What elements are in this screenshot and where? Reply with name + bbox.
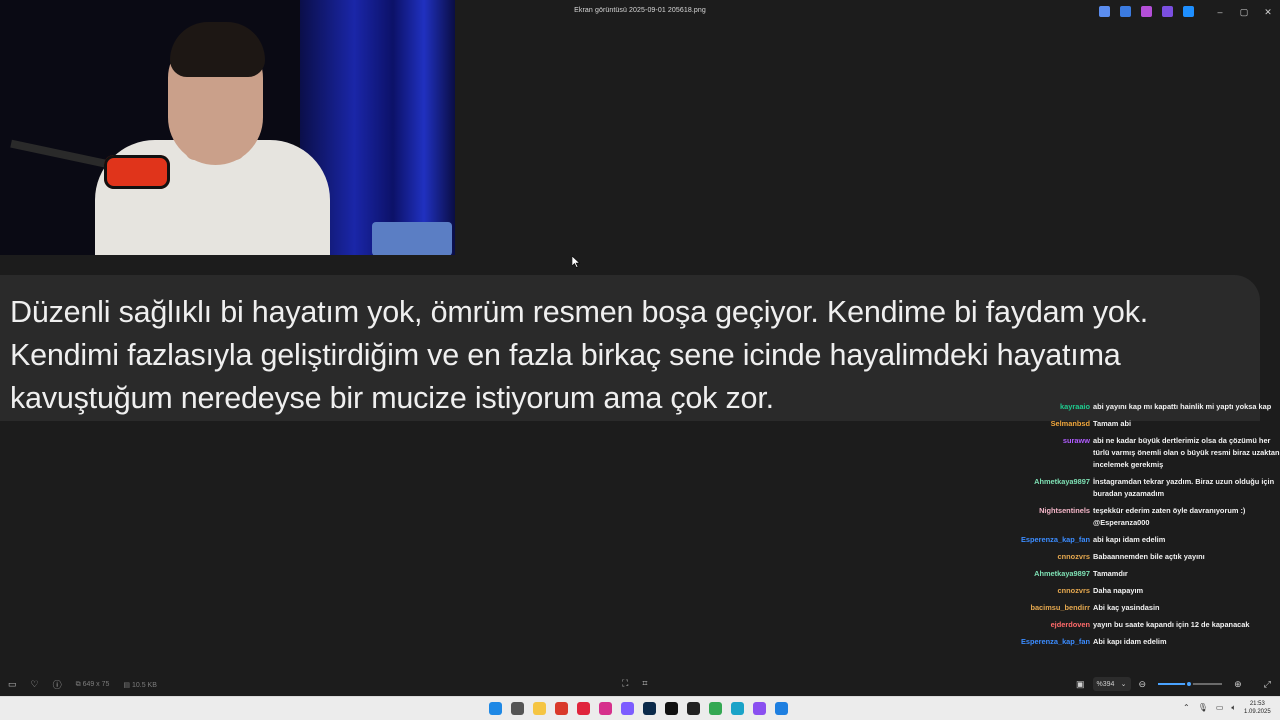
microphone-icon[interactable]: 🎙︎ <box>1198 703 1208 713</box>
minimize-button[interactable]: – <box>1208 0 1232 24</box>
chat-text: Tamam abi <box>1093 419 1132 428</box>
chat-username: ejderdoven <box>1050 620 1090 629</box>
live-chat: kayraaio abi yayını kap mı kapattı hainli… <box>1000 401 1280 653</box>
viewer-bottom-bar: ▭ ♡ ⓘ ⧉ 649 x 75 ▤ 10.5 KB ⛶ ⌗ ▣ %394 ⌄ … <box>0 674 1280 696</box>
chat-message: bacimsu_bendirr Abi kaç yasindasin <box>1000 602 1280 614</box>
chat-text: Tamamdır <box>1093 569 1128 578</box>
zoom-slider[interactable] <box>1158 680 1223 688</box>
zoom-out-icon[interactable]: ⊖ <box>1139 679 1147 690</box>
tray-chevron-icon[interactable]: ⌃ <box>1183 703 1190 713</box>
chrome-icon[interactable] <box>709 702 722 715</box>
chat-message: suraww abi ne kadar büyük dertlerimiz ols… <box>1000 435 1280 471</box>
actual-size-icon[interactable]: ▣ <box>1076 679 1085 690</box>
zoom-select[interactable]: %394 ⌄ <box>1092 677 1131 691</box>
chat-text: yayın bu saate kapandı için 12 de kapana… <box>1093 620 1250 629</box>
capcut-icon[interactable] <box>687 702 700 715</box>
window-controls: – ▢ ✕ <box>1208 0 1280 24</box>
mic-arm <box>10 139 110 169</box>
chat-text: Daha napayım <box>1093 586 1144 595</box>
chat-text: Babaannemden bile açtık yayını <box>1093 552 1205 561</box>
messenger-icon[interactable] <box>621 702 634 715</box>
chat-username: Ahmetkaya9897 <box>1034 477 1090 486</box>
chat-text: Abi kaç yasindasin <box>1093 603 1160 612</box>
chat-text: İnstagramdan tekrar yazdım. Biraz uzun o… <box>1093 477 1275 498</box>
chat-username: kayraaio <box>1060 402 1090 411</box>
network-icon[interactable]: ▭ <box>1216 703 1224 713</box>
filmstrip-icon[interactable]: ▭ <box>8 679 17 690</box>
taskbar-apps <box>489 702 788 715</box>
file-explorer-icon[interactable] <box>533 702 546 715</box>
chat-username: Nightsentinels <box>1039 506 1090 515</box>
tiktok-icon[interactable] <box>665 702 678 715</box>
chat-text: abi kapı idam edelim <box>1093 535 1166 544</box>
webcam-video <box>0 0 455 255</box>
clock-time: 21:53 <box>1249 701 1265 707</box>
chat-username: Esperenza_kap_fan <box>1020 535 1090 544</box>
chat-message: ejderdoven yayın bu saate kapandı için 12… <box>1000 619 1280 631</box>
chat-message: cnnozvrs Babaannemden bile açtık yayını <box>1000 551 1280 563</box>
chat-message: Selmanbsd Tamam abi <box>1000 418 1280 430</box>
task-view-icon[interactable] <box>511 702 524 715</box>
onedrive-icon[interactable] <box>1183 6 1194 17</box>
copilot-icon[interactable] <box>1099 6 1110 17</box>
chat-message: Esperenza_kap_fan Abi kapı idam edelim <box>1000 636 1280 648</box>
fit-screen-icon[interactable]: ⛶ <box>622 678 628 689</box>
chat-text: abi yayını kap mı kapattı hainlik mi yap… <box>1093 402 1272 411</box>
start-icon[interactable] <box>489 702 502 715</box>
message-bubble: Düzenli sağlıklı bi hayatım yok, ömrüm r… <box>0 275 1260 421</box>
chat-username: cnnozvrs <box>1057 552 1090 561</box>
snipping-icon[interactable] <box>731 702 744 715</box>
chat-message: Nightsentinels teşekkür ederim zaten öyle… <box>1000 505 1280 529</box>
chat-message: Ahmetkaya9897 Tamamdır <box>1000 568 1280 580</box>
instagram-icon[interactable] <box>599 702 612 715</box>
photoshop-icon[interactable] <box>643 702 656 715</box>
fullscreen-icon[interactable]: ⤢ <box>1264 679 1271 690</box>
chat-username: Selmanbsd <box>1050 419 1090 428</box>
filesize-value: 10.5 KB <box>131 681 157 689</box>
chevron-down-icon: ⌄ <box>1120 681 1127 688</box>
edit-icon[interactable] <box>1120 6 1131 17</box>
clock[interactable]: 21:53 1.09.2025 <box>1244 700 1271 716</box>
info-icon[interactable]: ⓘ <box>53 678 62 691</box>
volume-icon[interactable]: 🔈︎ <box>1231 703 1236 713</box>
image-dimensions: ⧉ 649 x 75 <box>75 680 110 688</box>
crop-icon[interactable]: ⌗ <box>642 678 647 689</box>
dimensions-value: 649 x 75 <box>82 680 110 688</box>
system-tray: ⌃ 🎙︎ ▭ 🔈︎ <box>1183 703 1236 713</box>
chat-message: cnnozvrs Daha napayım <box>1000 585 1280 597</box>
chat-text: Abi kapı idam edelim <box>1093 637 1167 646</box>
designer-icon[interactable] <box>1141 6 1152 17</box>
person-hair <box>170 22 265 77</box>
photos-icon[interactable] <box>775 702 788 715</box>
zoom-slider-knob[interactable] <box>1184 680 1193 688</box>
app-red-icon[interactable] <box>555 702 568 715</box>
zoom-in-icon[interactable]: ⊕ <box>1234 679 1242 690</box>
background-box <box>372 222 452 255</box>
chat-text: teşekkür ederim zaten öyle davranıyorum … <box>1093 506 1246 527</box>
clock-date: 1.09.2025 <box>1244 709 1271 715</box>
chat-username: Ahmetkaya9897 <box>1034 569 1090 578</box>
header-app-icons <box>1099 6 1194 17</box>
chat-username: cnnozvrs <box>1057 586 1090 595</box>
chat-username: suraww <box>1062 436 1090 445</box>
zoom-value: %394 <box>1096 680 1115 688</box>
opera-icon[interactable] <box>577 702 590 715</box>
chat-message: kayraaio abi yayını kap mı kapattı hainli… <box>1000 401 1280 413</box>
chat-message: Esperenza_kap_fan abi kapı idam edelim <box>1000 534 1280 546</box>
microphone <box>104 155 170 189</box>
photo-viewer-window: Ekran görüntüsü 2025-09-01 205618.png – … <box>0 0 1280 720</box>
favorite-heart-icon[interactable]: ♡ <box>31 679 39 690</box>
taskbar: ⌃ 🎙︎ ▭ 🔈︎ 21:53 1.09.2025 <box>0 696 1280 720</box>
chat-username: Esperenza_kap_fan <box>1020 637 1090 646</box>
file-size: ▤ 10.5 KB <box>123 681 157 689</box>
close-button[interactable]: ✕ <box>1256 0 1280 24</box>
chat-message: Ahmetkaya9897 İnstagramdan tekrar yazdım.… <box>1000 476 1280 500</box>
app-purple-icon[interactable] <box>753 702 766 715</box>
chat-username: bacimsu_bendirr <box>1030 603 1090 612</box>
chat-text: abi ne kadar büyük dertlerimiz olsa da ç… <box>1093 436 1280 469</box>
maximize-button[interactable]: ▢ <box>1232 0 1256 24</box>
clipchamp-icon[interactable] <box>1162 6 1173 17</box>
